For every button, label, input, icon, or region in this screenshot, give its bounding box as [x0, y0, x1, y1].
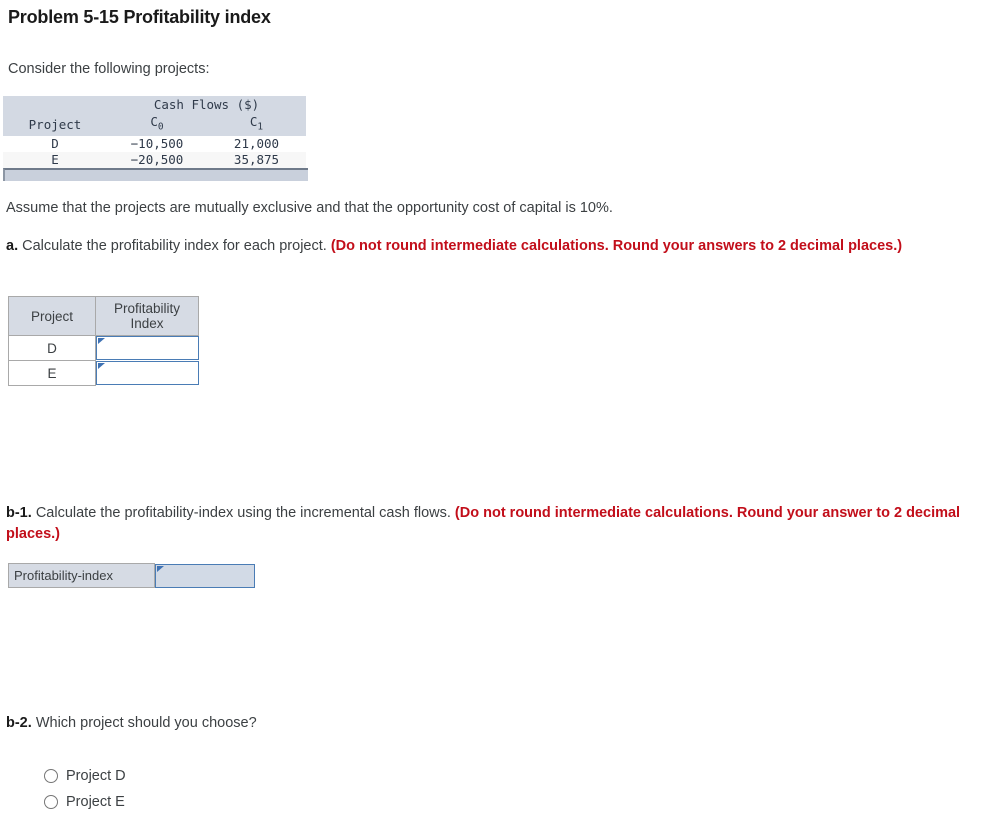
table-row: Profitability-index [8, 563, 255, 588]
question-b2-label: b-2. [6, 715, 32, 731]
assumption-text: Assume that the projects are mutually ex… [6, 200, 613, 216]
comment-flag-icon [98, 338, 105, 345]
radio-option-project-d[interactable]: Project D [44, 763, 126, 789]
radio-button-icon[interactable] [44, 795, 58, 809]
cash-flow-group-header-spacer [3, 96, 107, 113]
cash-flow-c0-e: −20,500 [130, 151, 184, 167]
answer-header-profitability-index: Profitability Index [95, 296, 199, 336]
cash-flow-group-header-row: Cash Flows ($) [3, 96, 306, 113]
table-row: D −10,500 21,000 [3, 136, 306, 152]
answer-header-line1: Profitability [113, 301, 181, 316]
radio-label-project-e: Project E [66, 794, 125, 810]
question-b1-prompt: Calculate the profitability-index using … [35, 505, 451, 521]
profitability-index-input-e[interactable] [96, 361, 199, 385]
table-row: E −20,500 35,875 [3, 151, 306, 168]
cash-flow-header-project: Project [28, 116, 82, 132]
question-b2-prompt: Which project should you choose? [35, 715, 257, 731]
c1-subscript: 1 [257, 121, 264, 133]
incremental-answer-cell [155, 563, 255, 588]
answer-header-project: Project [8, 296, 96, 336]
cash-flow-project-e: E [51, 151, 59, 167]
cash-flow-table-wrapper: Cash Flows ($) Project C0 C1 D −10,500 2… [3, 96, 306, 168]
cash-flow-header-row: Project C0 C1 [3, 113, 306, 136]
answer-header-line2: Index [130, 316, 164, 331]
cash-flow-table: Cash Flows ($) Project C0 C1 D −10,500 2… [3, 96, 306, 168]
question-a-instruction: (Do not round intermediate calculations.… [330, 238, 903, 254]
comment-flag-icon [157, 565, 164, 572]
table-row: D [8, 335, 199, 361]
cash-flow-header-c0: C0 [107, 113, 207, 136]
incremental-answer-body: Profitability-index [8, 563, 255, 588]
question-b1: b-1. Calculate the profitability-index u… [6, 503, 961, 545]
profitability-index-input-d[interactable] [96, 336, 199, 361]
question-a: a. Calculate the profitability index for… [6, 236, 956, 257]
answer-row-label-e: E [8, 360, 96, 386]
comment-flag-icon [98, 363, 105, 369]
problem-page: Problem 5-15 Profitability index Conside… [0, 0, 981, 817]
cash-flow-group-header: Cash Flows ($) [153, 97, 260, 112]
cash-flow-table-body: D −10,500 21,000 E −20,500 35,875 [3, 136, 306, 168]
answer-row-label-d: D [8, 335, 96, 361]
incremental-profitability-index-table: Profitability-index [8, 563, 255, 588]
cash-flow-c1-d: 21,000 [233, 135, 280, 151]
answer-cell-d [95, 335, 199, 361]
question-a-prompt: Calculate the profitability index for ea… [22, 238, 327, 254]
project-choice-group: Project D Project E [44, 763, 126, 815]
profitability-index-incremental-input[interactable] [155, 563, 255, 588]
cash-flow-c0-d: −10,500 [130, 135, 184, 151]
radio-button-icon[interactable] [44, 769, 58, 783]
profitability-index-answer-table: Project Profitability Index D E [8, 296, 199, 386]
radio-option-project-e[interactable]: Project E [44, 789, 126, 815]
answer-table-body: D E [8, 335, 199, 386]
answer-cell-e [95, 360, 199, 386]
answer-table-head: Project Profitability Index [8, 296, 199, 336]
question-a-label: a. [6, 238, 19, 254]
page-title: Problem 5-15 Profitability index [8, 7, 271, 27]
incremental-row-label: Profitability-index [8, 563, 155, 588]
c0-subscript: 0 [157, 121, 164, 133]
c0-base: C [150, 114, 158, 129]
cash-flow-table-horizontal-scrollbar[interactable] [3, 168, 308, 181]
cash-flow-header-c1: C1 [207, 113, 306, 136]
cash-flow-c1-e: 35,875 [233, 151, 280, 167]
question-b1-label: b-1. [6, 505, 32, 521]
cash-flow-table-head: Cash Flows ($) Project C0 C1 [3, 96, 306, 136]
table-row: E [8, 360, 199, 386]
radio-label-project-d: Project D [66, 768, 126, 784]
answer-table-header-row: Project Profitability Index [8, 296, 199, 336]
question-b2: b-2. Which project should you choose? [6, 713, 606, 734]
intro-text: Consider the following projects: [8, 61, 210, 77]
cash-flow-project-d: D [51, 135, 59, 151]
